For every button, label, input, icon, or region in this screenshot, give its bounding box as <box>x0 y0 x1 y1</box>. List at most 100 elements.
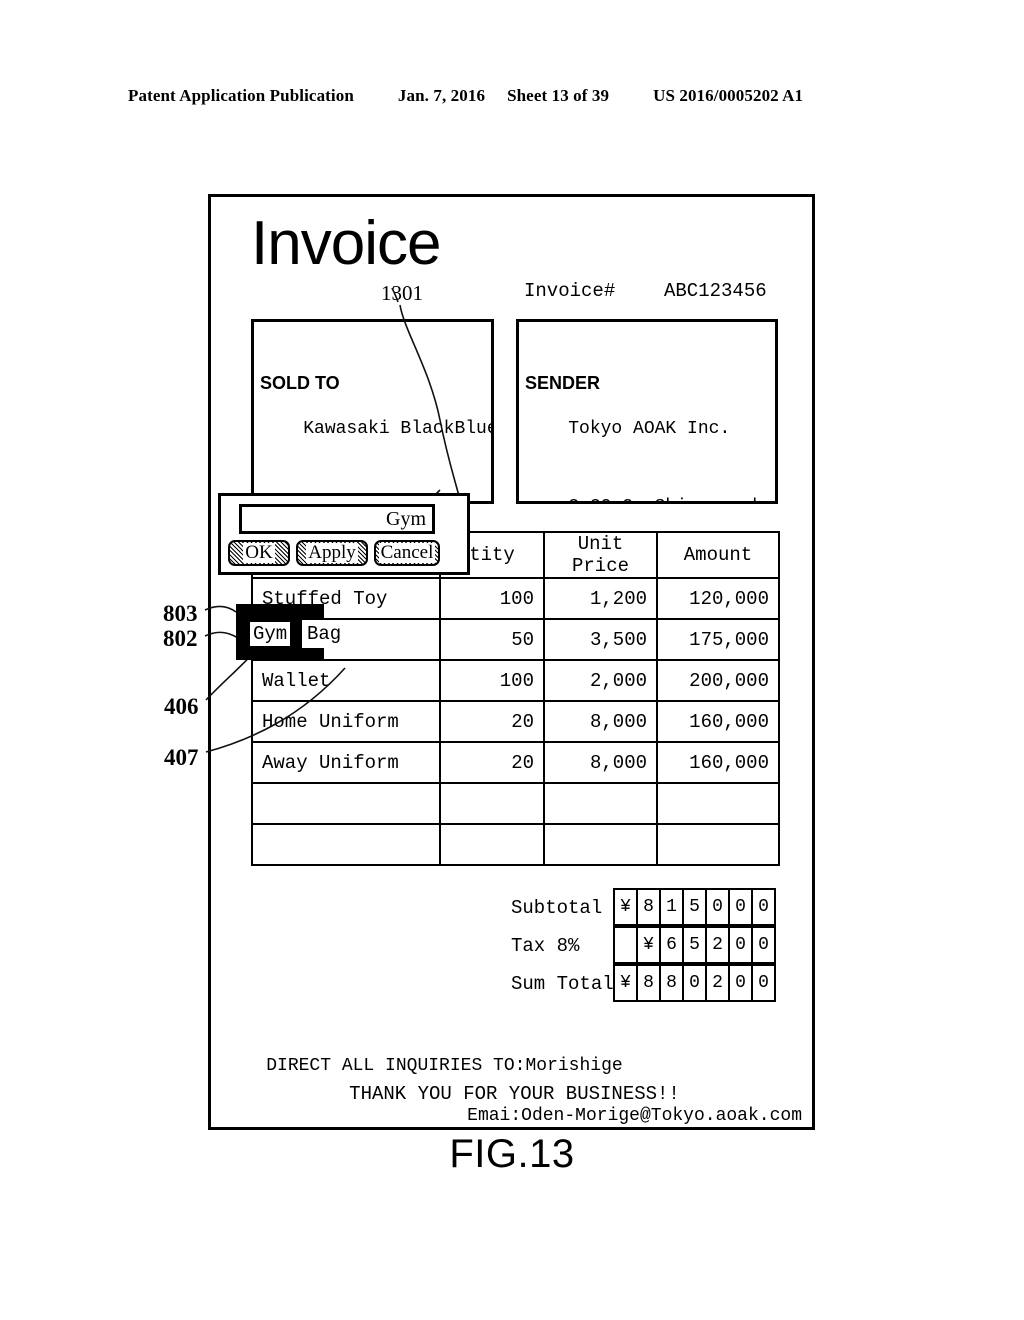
cell-unit-price[interactable]: 8,000 <box>543 741 658 784</box>
line-items-table: Description tity Unit Price Amount Stuff… <box>251 531 780 866</box>
cell-amount[interactable]: 120,000 <box>656 577 780 620</box>
digit-cell: 1 <box>659 888 684 926</box>
text-edit-input[interactable]: Gym <box>239 504 435 534</box>
cell-description[interactable] <box>251 782 441 825</box>
digit-cell: 6 <box>659 926 684 964</box>
publication-label: Patent Application Publication <box>128 86 354 105</box>
cell-quantity[interactable] <box>439 823 545 866</box>
digit-cell: 5 <box>682 926 707 964</box>
cell-description[interactable]: Away Uniform <box>251 741 441 784</box>
digit-cell: ¥ <box>613 888 638 926</box>
selected-token-gym[interactable]: Gym <box>248 620 293 648</box>
digit-cell: 0 <box>728 964 753 1002</box>
table-row[interactable]: Away Uniform 20 8,000 160,000 <box>251 741 780 784</box>
sum-total-digit-grid: ¥ 8 8 0 2 0 0 <box>613 964 776 1002</box>
table-row[interactable] <box>251 823 780 866</box>
sender-box: SENDER Tokyo AOAK Inc. 3-30-2, Shimomaru… <box>516 319 778 504</box>
cell-unit-price[interactable] <box>543 782 658 825</box>
cell-quantity[interactable] <box>439 782 545 825</box>
digit-cell: ¥ <box>636 926 661 964</box>
sum-total-label: Sum Total <box>511 973 614 995</box>
cell-unit-price[interactable]: 1,200 <box>543 577 658 620</box>
digit-cell: ¥ <box>613 964 638 1002</box>
digit-cell: 2 <box>705 926 730 964</box>
sheet-number: Sheet 13 of 39 <box>507 86 610 105</box>
table-row[interactable]: Home Uniform 20 8,000 160,000 <box>251 700 780 743</box>
digit-cell: 0 <box>751 888 776 926</box>
sender-title: SENDER <box>525 373 601 393</box>
cell-unit-price[interactable]: 2,000 <box>543 659 658 702</box>
table-row[interactable] <box>251 782 780 825</box>
sender-address-1: 3-30-2, Shimomaruko, <box>568 497 775 501</box>
column-header-unit-price: Unit Price <box>543 531 658 579</box>
digit-cell: 0 <box>728 926 753 964</box>
cell-quantity[interactable]: 100 <box>439 659 545 702</box>
publication-date: Jan. 7, 2016 <box>397 86 486 105</box>
cell-unit-price[interactable]: 8,000 <box>543 700 658 743</box>
apply-button[interactable]: Apply <box>296 540 368 566</box>
invoice-document: Invoice 1301 Invoice#ABC123456 Date:07/2… <box>208 194 815 1130</box>
table-row[interactable]: Wallet 100 2,000 200,000 <box>251 659 780 702</box>
cell-unit-price[interactable] <box>543 823 658 866</box>
reference-numeral-1301: 1301 <box>381 281 423 305</box>
cancel-button[interactable]: Cancel <box>374 540 440 566</box>
edit-text-dialog[interactable]: Gym OK Apply Cancel <box>218 493 470 575</box>
cell-quantity[interactable]: 50 <box>439 618 545 661</box>
reference-numeral-802: 802 <box>163 626 198 651</box>
figure-label: FIG.13 <box>449 1132 575 1176</box>
invoice-meta-row: Invoice# ABC123456 <box>524 279 778 304</box>
invoice-number-label: Invoice# <box>524 280 616 302</box>
reference-numeral-803: 803 <box>163 601 198 626</box>
digit-cell: 0 <box>682 964 707 1002</box>
digit-cell: 0 <box>751 926 776 964</box>
digit-cell: 5 <box>682 888 707 926</box>
cell-quantity[interactable]: 100 <box>439 577 545 620</box>
patent-number: US 2016/0005202 A1 <box>653 86 804 105</box>
cell-amount[interactable]: 160,000 <box>656 700 780 743</box>
footer-thanks: THANK YOU FOR YOUR BUSINESS!! <box>349 1083 680 1105</box>
cell-description[interactable] <box>251 823 441 866</box>
inquiries-line: DIRECT ALL INQUIRIES TO:Morishige <box>266 1056 623 1076</box>
subtotal-label: Subtotal <box>511 897 603 919</box>
ok-button[interactable]: OK <box>228 540 290 566</box>
inquiries-email: Emai:Oden-Morige@Tokyo.aoak.com <box>467 1106 802 1126</box>
cell-amount[interactable] <box>656 823 780 866</box>
cell-quantity[interactable]: 20 <box>439 741 545 784</box>
digit-cell: 8 <box>636 964 661 1002</box>
digit-cell: 0 <box>751 964 776 1002</box>
cell-amount[interactable]: 160,000 <box>656 741 780 784</box>
tax-digit-grid: ¥ 6 5 2 0 0 <box>613 926 776 964</box>
ok-button-label: OK <box>243 542 275 563</box>
sold-to-title: SOLD TO <box>260 373 340 393</box>
cancel-button-label: Cancel <box>378 542 436 563</box>
subtotal-digit-grid: ¥ 8 1 5 0 0 0 <box>613 888 776 926</box>
token-bag[interactable]: Bag <box>302 620 347 648</box>
cell-amount[interactable]: 200,000 <box>656 659 780 702</box>
cell-unit-price[interactable]: 3,500 <box>543 618 658 661</box>
cell-amount[interactable] <box>656 782 780 825</box>
digit-cell: 8 <box>636 888 661 926</box>
apply-button-label: Apply <box>306 542 358 563</box>
patent-page-header: Patent Application Publication Jan. 7, 2… <box>128 86 896 106</box>
invoice-title: Invoice <box>251 209 441 278</box>
digit-cell: 0 <box>705 888 730 926</box>
column-header-amount: Amount <box>656 531 780 579</box>
digit-cell: 0 <box>728 888 753 926</box>
totals-row-tax: Tax 8% ¥ 6 5 2 0 0 <box>511 926 776 965</box>
tax-label: Tax 8% <box>511 935 580 957</box>
totals-block: Subtotal ¥ 8 1 5 0 0 0 Tax 8% ¥ 6 5 2 0 … <box>511 888 776 1003</box>
cell-amount[interactable]: 175,000 <box>656 618 780 661</box>
digit-cell <box>613 926 638 964</box>
digit-cell: 8 <box>659 964 684 1002</box>
sold-to-box: SOLD TO Kawasaki BlackBlue Co.,Ltd. 53, … <box>251 319 494 504</box>
cell-description[interactable]: Home Uniform <box>251 700 441 743</box>
sender-company: Tokyo AOAK Inc. <box>568 419 731 439</box>
cell-description[interactable]: Wallet <box>251 659 441 702</box>
cell-quantity[interactable]: 20 <box>439 700 545 743</box>
invoice-number-value: ABC123456 <box>664 280 767 302</box>
totals-row-sum-total: Sum Total ¥ 8 8 0 2 0 0 <box>511 964 776 1003</box>
table-row[interactable]: Stuffed Toy 100 1,200 120,000 <box>251 577 780 620</box>
totals-row-subtotal: Subtotal ¥ 8 1 5 0 0 0 <box>511 888 776 927</box>
